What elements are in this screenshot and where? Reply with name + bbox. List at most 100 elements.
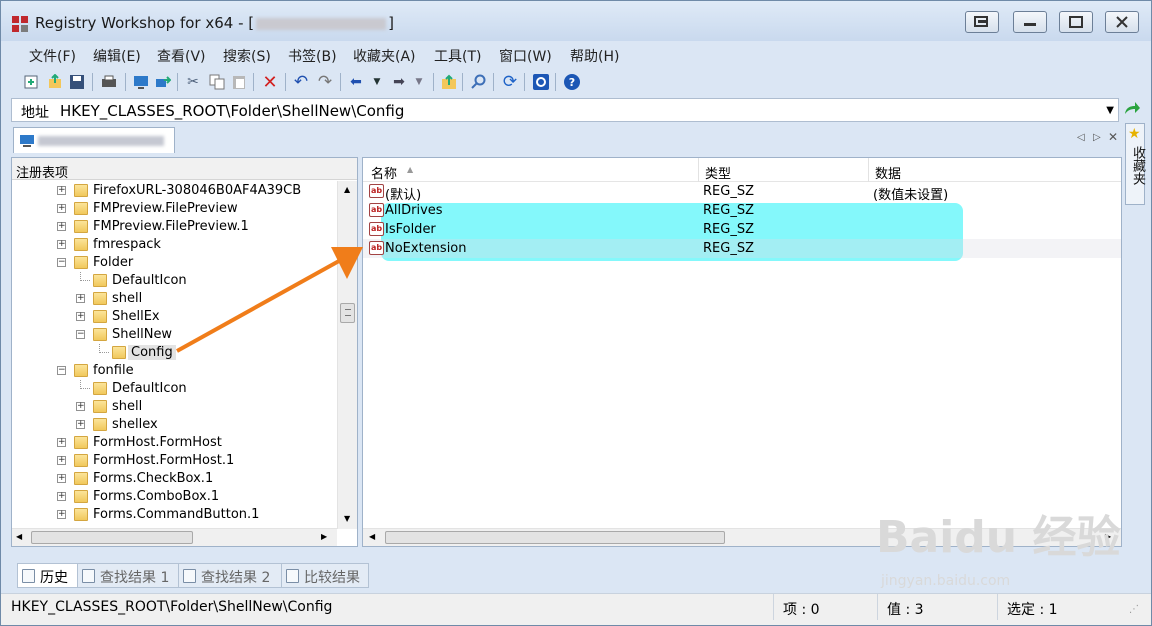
redo-button[interactable]: ↷ (315, 72, 335, 92)
value-row[interactable]: ab IsFolder REG_SZ (363, 220, 1121, 239)
tree-item[interactable]: + FormHost.FormHost.1 (12, 452, 337, 470)
scroll-right-icon[interactable]: ▶ (321, 532, 327, 541)
tree-horizontal-scrollbar[interactable]: ◀ ▶ (12, 528, 337, 546)
collapse-icon[interactable]: − (57, 366, 66, 375)
menu-tools[interactable]: 工具(T) (434, 46, 481, 66)
tree-item[interactable]: DefaultIcon (12, 380, 337, 398)
expand-icon[interactable]: + (76, 402, 85, 411)
tree-hscroll-thumb[interactable] (31, 531, 193, 544)
toolbar-separator (177, 73, 178, 91)
refresh-button[interactable]: ⟳ (500, 72, 520, 92)
expand-icon[interactable]: + (76, 312, 85, 321)
menu-search[interactable]: 搜索(S) (223, 46, 271, 66)
value-row[interactable]: ab (默认) REG_SZ (数值未设置) (363, 182, 1121, 203)
tab-find-results-1[interactable]: 查找结果 1 (77, 563, 182, 588)
restore-window-button[interactable] (965, 11, 999, 33)
tab-compare-results[interactable]: 比较结果 (281, 563, 369, 588)
column-type[interactable]: 类型 (705, 163, 731, 182)
delete-button[interactable]: ✕ (260, 72, 280, 93)
dropdown-icon: ▼ (415, 77, 423, 87)
close-button[interactable] (1105, 11, 1139, 33)
tree-item[interactable]: + Forms.CommandButton.1 (12, 506, 337, 524)
list-hscroll-thumb[interactable] (385, 531, 725, 544)
expand-icon[interactable]: + (76, 294, 85, 303)
paste-button[interactable] (229, 72, 249, 92)
go-arrow-icon[interactable] (1123, 101, 1141, 117)
export-button[interactable] (45, 72, 65, 92)
column-divider[interactable] (868, 158, 869, 182)
connect-button[interactable] (131, 72, 151, 92)
column-name[interactable]: 名称 (371, 163, 397, 182)
print-button[interactable] (99, 72, 119, 92)
undo-button[interactable]: ↶ (291, 72, 311, 92)
expand-icon[interactable]: + (57, 240, 66, 249)
find-button[interactable] (469, 72, 489, 92)
scroll-left-icon[interactable]: ◀ (369, 532, 375, 541)
column-data[interactable]: 数据 (875, 163, 901, 182)
tab-history[interactable]: 历史 (17, 563, 78, 588)
folder-icon (74, 364, 88, 377)
expand-icon[interactable]: + (57, 456, 66, 465)
menu-help[interactable]: 帮助(H) (570, 46, 619, 66)
value-row[interactable]: ab NoExtension REG_SZ (363, 239, 1121, 258)
column-divider[interactable] (698, 158, 699, 182)
expand-icon[interactable]: + (57, 492, 66, 501)
tab-close-icon[interactable]: ✕ (1108, 130, 1118, 144)
import-button[interactable] (21, 72, 41, 92)
tree-item[interactable]: + Forms.ComboBox.1 (12, 488, 337, 506)
tree-item[interactable]: + FirefoxURL-308046B0AF4A39CB (12, 182, 337, 200)
address-dropdown-icon[interactable]: ▼ (1106, 105, 1114, 116)
save-button[interactable] (67, 72, 87, 92)
scroll-down-icon[interactable]: ▼ (344, 514, 350, 523)
back-dropdown[interactable]: ▼ (367, 72, 387, 92)
help-button[interactable]: ? (562, 72, 582, 92)
menu-edit[interactable]: 编辑(E) (93, 46, 141, 66)
expand-icon[interactable]: + (57, 222, 66, 231)
scroll-left-icon[interactable]: ◀ (16, 532, 22, 541)
cut-button[interactable]: ✂ (183, 72, 203, 92)
forward-dropdown[interactable]: ▼ (409, 72, 429, 92)
tab-scroll-right-icon[interactable]: ▷ (1093, 132, 1101, 143)
minimize-button[interactable] (1013, 11, 1047, 33)
back-button[interactable]: ⬅ (346, 72, 366, 92)
menu-favorites[interactable]: 收藏夹(A) (353, 46, 416, 66)
tab-scroll-left-icon[interactable]: ◁ (1077, 132, 1085, 143)
tree-item[interactable]: + Forms.CheckBox.1 (12, 470, 337, 488)
tab-find-results-2[interactable]: 查找结果 2 (178, 563, 283, 588)
tree-item[interactable]: + FMPreview.FilePreview (12, 200, 337, 218)
address-input[interactable]: HKEY_CLASSES_ROOT\Folder\ShellNew\Config (60, 102, 404, 120)
tree-item[interactable]: − fonfile (12, 362, 337, 380)
tree-item[interactable]: + FormHost.FormHost (12, 434, 337, 452)
menu-window[interactable]: 窗口(W) (499, 46, 552, 66)
address-bar[interactable]: 地址 HKEY_CLASSES_ROOT\Folder\ShellNew\Con… (11, 98, 1119, 122)
tree-item[interactable]: + shell (12, 398, 337, 416)
help-icon: ? (564, 74, 580, 90)
expand-icon[interactable]: + (57, 474, 66, 483)
tab-local-computer[interactable] (13, 127, 175, 153)
expand-icon[interactable]: + (57, 204, 66, 213)
menu-view[interactable]: 查看(V) (157, 46, 206, 66)
folder-icon (74, 490, 88, 503)
resize-grip-icon[interactable]: ⋰ (1129, 604, 1139, 615)
menu-bookmarks[interactable]: 书签(B) (288, 46, 337, 66)
tree-item[interactable]: + FMPreview.FilePreview.1 (12, 218, 337, 236)
copy-button[interactable] (207, 72, 227, 92)
collapse-icon[interactable]: − (76, 330, 85, 339)
collapse-icon[interactable]: − (57, 258, 66, 267)
disconnect-button[interactable] (153, 72, 173, 92)
redo-icon: ↷ (317, 72, 333, 92)
expand-icon[interactable]: + (57, 438, 66, 447)
expand-icon[interactable]: + (76, 420, 85, 429)
favorites-label: 收藏夹 (1130, 146, 1145, 185)
favorites-side-tab[interactable]: ★ 收藏夹 (1125, 123, 1145, 205)
menu-file[interactable]: 文件(F) (29, 46, 76, 66)
expand-icon[interactable]: + (57, 510, 66, 519)
scroll-up-icon[interactable]: ▲ (344, 185, 350, 194)
value-row[interactable]: ab AllDrives REG_SZ (363, 201, 1121, 220)
expand-icon[interactable]: + (57, 186, 66, 195)
forward-button[interactable]: ➡ (389, 72, 409, 92)
maximize-button[interactable] (1059, 11, 1093, 33)
go-up-button[interactable] (439, 72, 459, 92)
options-button[interactable] (531, 72, 551, 92)
tree-item[interactable]: + shellex (12, 416, 337, 434)
